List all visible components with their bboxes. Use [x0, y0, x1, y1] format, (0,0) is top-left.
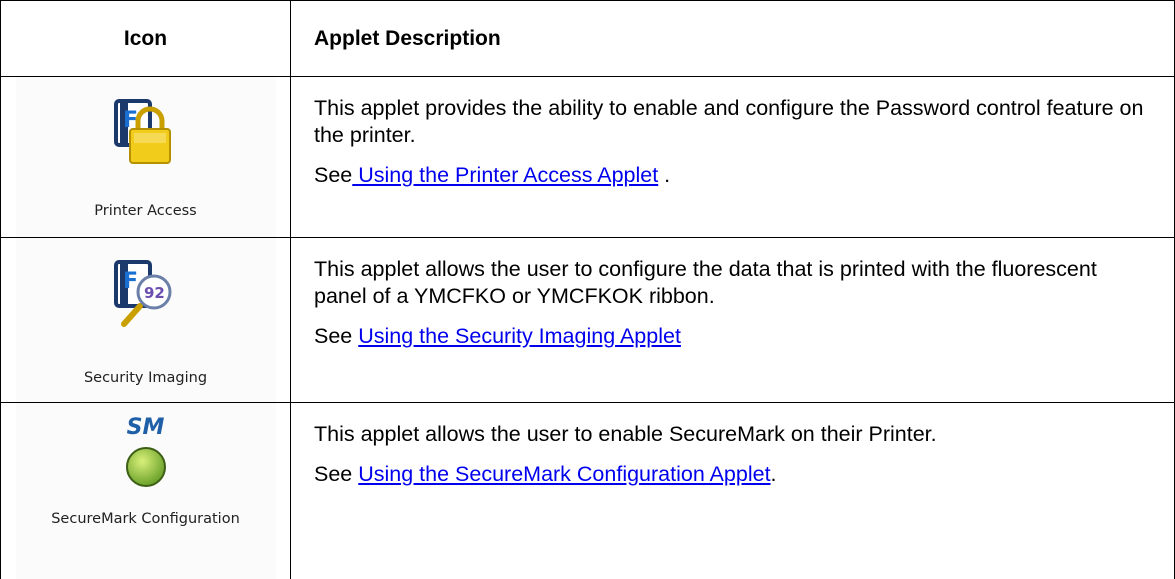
applet-description-text: This applet allows the user to enable Se… — [314, 422, 937, 446]
see-also-line: See Using the Security Imaging Applet — [314, 323, 1154, 350]
see-prefix: See — [314, 163, 353, 187]
description-cell: This applet allows the user to configure… — [290, 237, 1175, 403]
securemark-icon-box: SM SecureMark Configuration — [15, 403, 276, 579]
see-prefix: See — [314, 324, 359, 348]
icon-cell: SM SecureMark Configuration — [0, 402, 291, 579]
securemark-badge-text: SM — [126, 415, 165, 440]
see-also-line: See Using the Printer Access Applet . — [314, 162, 1154, 189]
link-using-securemark-configuration-applet[interactable]: Using the SecureMark Configuration Apple… — [358, 462, 770, 486]
securemark-green-circle-icon — [125, 447, 166, 487]
svg-text:F: F — [123, 269, 138, 294]
link-using-security-imaging-applet[interactable]: Using the Security Imaging Applet — [358, 324, 681, 348]
see-suffix: . — [658, 163, 671, 187]
description-cell: This applet allows the user to enable Se… — [290, 402, 1175, 579]
security-imaging-magnifier-icon: F 92 — [113, 260, 171, 327]
svg-text:92: 92 — [144, 284, 165, 302]
table-row: F Printer Access This applet provides th… — [0, 76, 1175, 238]
securemark-configuration-label: SecureMark Configuration — [51, 511, 240, 527]
printer-access-label: Printer Access — [94, 203, 197, 219]
table-row: SM SecureMark Configuration This applet … — [0, 402, 1175, 579]
printer-access-icon-box: F Printer Access — [15, 77, 276, 237]
see-also-line: See Using the SecureMark Configuration A… — [314, 461, 1154, 488]
applet-table: Icon Applet Description F Printer Access… — [0, 0, 1175, 579]
see-prefix: See — [314, 462, 359, 486]
icon-cell: F 92 Security Imaging — [0, 237, 291, 403]
table-header-row: Icon Applet Description — [0, 0, 1175, 77]
applet-description-text: This applet allows the user to configure… — [314, 257, 1097, 308]
link-using-printer-access-applet[interactable]: Using the Printer Access Applet — [352, 163, 658, 187]
security-imaging-icon-box: F 92 Security Imaging — [15, 238, 276, 402]
table-row: F 92 Security Imaging This applet allows… — [0, 237, 1175, 403]
header-icon: Icon — [0, 0, 291, 77]
printer-access-lock-icon: F — [113, 99, 171, 164]
icon-cell: F Printer Access — [0, 76, 291, 238]
see-suffix: . — [770, 462, 777, 486]
description-cell: This applet provides the ability to enab… — [290, 76, 1175, 238]
applet-description-text: This applet provides the ability to enab… — [314, 96, 1144, 147]
security-imaging-label: Security Imaging — [83, 370, 208, 386]
header-applet-description: Applet Description — [290, 0, 1175, 77]
